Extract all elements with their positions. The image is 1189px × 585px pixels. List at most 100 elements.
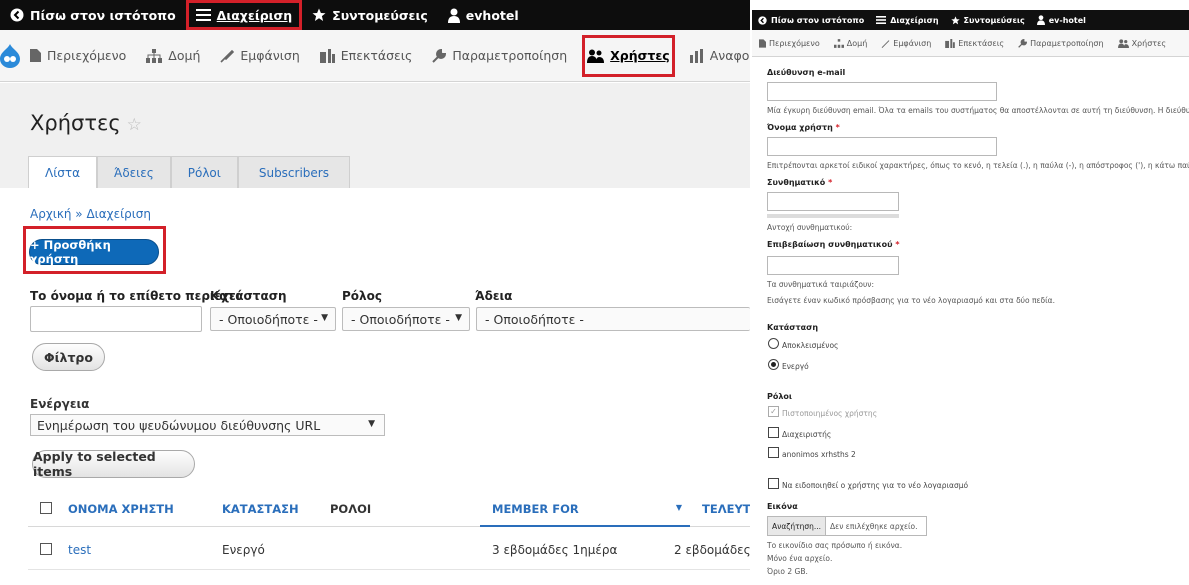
email-label: Διεύθυνση e-mail [767, 68, 845, 77]
password-strength-bar [767, 214, 899, 218]
back-circle-icon [758, 15, 767, 25]
password-label: Συνθηματικό * [767, 178, 832, 187]
tray-people[interactable]: Χρήστες [577, 30, 680, 82]
apply-button[interactable]: Apply to selected items [32, 449, 195, 479]
shortcut-star-icon[interactable]: ☆ [127, 115, 142, 135]
people-icon [1117, 38, 1129, 48]
username-description: Επιτρέπονται αρκετοί ειδικοί χαρακτήρες,… [767, 161, 1189, 170]
tray-config[interactable]: Παραμετροποίηση [422, 30, 577, 82]
row-username[interactable]: test [68, 543, 91, 557]
wrench-icon [432, 48, 447, 63]
back-to-site-link[interactable]: Πίσω στον ιστότοπο [0, 0, 186, 30]
action-select-value: Ενημέρωση του ψευδώνυμου διεύθυνσης URL [37, 417, 321, 433]
page-header: Χρήστες ☆ Λίστα Άδειες Ρόλοι Subscribers [0, 83, 750, 188]
col-username[interactable]: ΟΝΟΜΑ ΧΡΗΣΤΗ [68, 502, 174, 516]
browse-button[interactable]: Αναζήτηση... [768, 517, 827, 535]
permission-filter-select[interactable]: - Οποιοδήποτε - [476, 307, 750, 331]
drupal-logo-icon[interactable] [0, 43, 20, 68]
tray-structure-label: Δομή [168, 48, 201, 63]
no-file-text: Δεν επιλέχθηκε αρχείο. [830, 521, 918, 531]
permission-filter-label: Άδεια [475, 289, 513, 303]
tray-content[interactable]: Περιεχόμενο [752, 39, 827, 48]
username-field[interactable] [767, 137, 997, 156]
manage-label: Διαχείριση [890, 15, 939, 25]
shortcuts-menu-button[interactable]: Συντομεύσεις [302, 0, 438, 30]
col-last-access[interactable]: ΤΕΛΕΥΤΑΙΑ Π [702, 502, 750, 516]
col-status[interactable]: ΚΑΤΑΣΤΑΣΗ [222, 502, 299, 516]
status-label: Κατάσταση [767, 323, 819, 332]
tab-subscribers[interactable]: Subscribers [237, 156, 350, 188]
breadcrumb[interactable]: Αρχική » Διαχείριση [30, 207, 151, 221]
row-checkbox[interactable] [40, 543, 52, 555]
brush-icon [220, 49, 235, 63]
sort-desc-icon: ▼ [675, 503, 682, 512]
filter-button[interactable]: Φίλτρο [32, 343, 105, 371]
status-active-radio[interactable] [768, 359, 779, 370]
add-user-form-screen: Πίσω στον ιστότοπο Διαχείριση Συντομεύσε… [752, 0, 1189, 585]
manage-label: Διαχείριση [216, 7, 293, 23]
tray-structure-label: Δομή [846, 38, 868, 48]
role-filter-label: Ρόλος [342, 289, 382, 303]
role-anon-label: anonimos xrhsths 2 [782, 450, 856, 459]
username-label-text: Όνομα χρήστη [767, 123, 833, 132]
status-filter-select[interactable]: - Οποιοδήποτε - ▼ [210, 307, 336, 331]
confirm-password-field[interactable] [767, 256, 899, 275]
users-list-screen: Πίσω στον ιστότοπο Διαχείριση Συντομεύσε… [0, 0, 750, 585]
chevron-down-icon: ▼ [321, 313, 328, 323]
password-strength-text: Αντοχή συνθηματικού: [767, 223, 853, 232]
user-menu-button[interactable]: evhotel [438, 0, 529, 30]
tray-extend[interactable]: Επεκτάσεις [938, 38, 1011, 48]
status-active-label: Ενεργό [782, 362, 809, 371]
tray-appearance[interactable]: Εμφάνιση [210, 30, 309, 82]
tray-people-label: Χρήστες [1131, 38, 1167, 48]
password-field[interactable] [767, 192, 899, 211]
tray-reports[interactable]: Αναφορές [680, 30, 750, 82]
brush-icon [881, 39, 890, 48]
shortcuts-menu-button[interactable]: Συντομεύσεις [945, 10, 1031, 30]
tab-roles[interactable]: Ρόλοι [170, 156, 238, 188]
add-user-button[interactable]: + Προσθήκη χρήστη [29, 238, 159, 266]
back-to-site-link[interactable]: Πίσω στον ιστότοπο [752, 10, 870, 30]
role-authenticated-checkbox: ✓ [768, 406, 779, 417]
status-filter-label: Κατάσταση [210, 289, 287, 303]
status-blocked-radio[interactable] [768, 338, 779, 349]
action-label: Ενέργεια [30, 397, 90, 411]
tab-permissions[interactable]: Άδειες [97, 156, 171, 188]
manage-menu-button[interactable]: Διαχείριση [870, 10, 944, 30]
sitemap-icon [146, 48, 163, 63]
puzzle-icon [319, 48, 335, 63]
email-field[interactable] [767, 82, 997, 101]
user-menu-button[interactable]: ev-hotel [1031, 10, 1092, 30]
document-icon [30, 49, 41, 62]
role-filter-value: - Οποιοδήποτε - [351, 311, 450, 327]
size-limit-text: Όριο 2 GB. [767, 567, 808, 576]
notify-checkbox[interactable] [768, 478, 779, 489]
tray-config-label: Παραμετροποίηση [452, 48, 568, 63]
role-anon-checkbox[interactable] [768, 447, 779, 458]
role-filter-select[interactable]: - Οποιοδήποτε - ▼ [342, 307, 470, 331]
col-member-for[interactable]: MEMBER FOR ▼ [480, 489, 690, 527]
name-filter-input[interactable] [30, 306, 202, 332]
tray-structure[interactable]: Δομή [136, 30, 210, 82]
star-icon [312, 8, 326, 22]
tray-appearance[interactable]: Εμφάνιση [874, 39, 938, 48]
status-filter-value: - Οποιοδήποτε - [219, 311, 318, 327]
select-all-checkbox[interactable] [40, 502, 52, 514]
tray-content[interactable]: Περιεχόμενο [20, 30, 136, 82]
tab-list[interactable]: Λίστα [28, 156, 98, 188]
tray-structure[interactable]: Δομή [827, 39, 875, 48]
action-select[interactable]: Ενημέρωση του ψευδώνυμου διεύθυνσης URL ▼ [30, 414, 385, 436]
tray-extend[interactable]: Επεκτάσεις [310, 30, 423, 82]
hamburger-icon [876, 16, 887, 24]
tray-extend-label: Επεκτάσεις [958, 38, 1005, 48]
role-admin-checkbox[interactable] [768, 427, 779, 438]
required-marker: * [895, 240, 900, 249]
tray-people[interactable]: Χρήστες [1111, 39, 1174, 48]
required-marker: * [828, 178, 833, 187]
manage-menu-button[interactable]: Διαχείριση [185, 0, 303, 30]
document-icon [759, 38, 766, 48]
picture-file-input[interactable]: Αναζήτηση... Δεν επιλέχθηκε αρχείο. [767, 516, 927, 536]
page-title-text: Χρήστες [30, 111, 121, 135]
tray-config[interactable]: Παραμετροποίηση [1011, 38, 1110, 48]
col-member-for-label: MEMBER FOR [492, 502, 579, 516]
